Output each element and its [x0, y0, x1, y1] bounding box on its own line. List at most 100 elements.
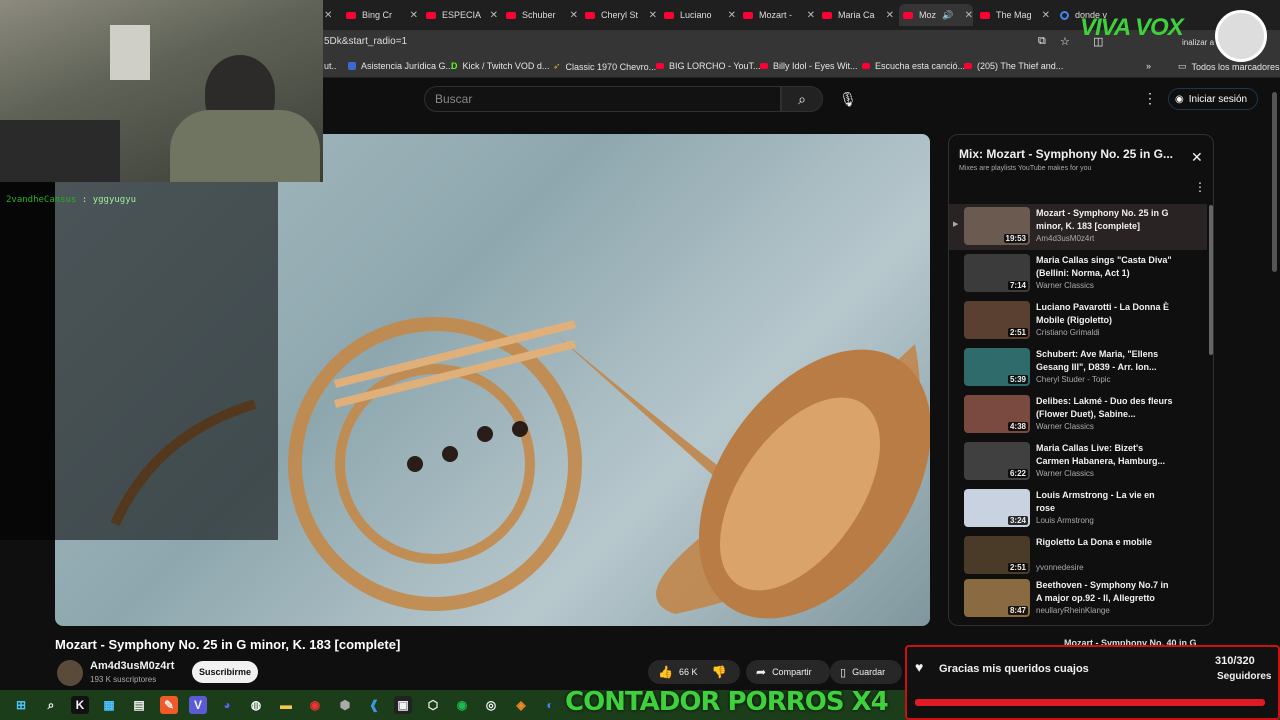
microphone-icon: 🎙 [839, 90, 857, 107]
playlist-item[interactable]: 2:51 Luciano Pavarotti - La Donna È Mobi… [949, 298, 1207, 344]
playlist-item[interactable]: 7:14 Maria Callas sings "Casta Diva" (Be… [949, 251, 1207, 297]
folder-icon[interactable]: ▬ [277, 696, 295, 714]
app-icon[interactable]: ▦ [100, 696, 118, 714]
app-icon[interactable]: ◈ [512, 696, 530, 714]
joint-counter-overlay: CONTADOR PORROS X4 [565, 687, 889, 717]
app-icon[interactable]: ⬡ [424, 696, 442, 714]
bookmark-item[interactable]: ➶ Classic 1970 Chevro... [553, 61, 656, 72]
browser-tab[interactable]: Luciano ✕ [664, 4, 736, 26]
bookmark-item[interactable]: Escucha esta canció... [862, 61, 965, 71]
mix-playlist-panel: Mix: Mozart - Symphony No. 25 in G... Mi… [948, 134, 1214, 626]
browser-tab[interactable]: Mozart - ✕ [743, 4, 815, 26]
v-app-icon[interactable]: V [189, 696, 207, 714]
close-icon[interactable]: ✕ [490, 10, 498, 21]
playlist-item[interactable]: 2:51 Rigoletto La Dona e mobile yvonnede… [949, 533, 1207, 579]
thumbs-up-icon: 👍 [658, 665, 673, 679]
voice-search-button[interactable]: 🎙 [835, 86, 861, 112]
playlist-item[interactable]: 8:47 Beethoven - Symphony No.7 in A majo… [949, 576, 1207, 622]
browser-tab[interactable]: Maria Ca ✕ [822, 4, 894, 26]
playlist-title[interactable]: Mix: Mozart - Symphony No. 25 in G... [959, 147, 1179, 161]
video-title: Mozart - Symphony No. 25 in G minor, K. … [55, 637, 401, 652]
app-icon[interactable]: ◍ [247, 696, 265, 714]
finalize-update-button[interactable]: inalizar a [1182, 38, 1214, 47]
dislike-button[interactable]: 👎 [711, 665, 726, 679]
youtube-favicon-icon [506, 11, 516, 19]
subscribe-button[interactable]: Suscribirme [192, 661, 258, 683]
playlist-item[interactable]: 5:39 Schubert: Ave Maria, "Ellens Gesang… [949, 345, 1207, 391]
close-icon[interactable]: ✕ [570, 10, 578, 21]
notepad-icon[interactable]: ▤ [130, 696, 148, 714]
video-thumbnail: 5:39 [964, 348, 1030, 386]
sign-in-button[interactable]: ◉ Iniciar sesión [1168, 88, 1258, 110]
playlist-scrollbar[interactable] [1209, 205, 1213, 355]
alert-message: Gracias mis queridos cuajos [939, 663, 1089, 675]
close-icon[interactable]: ✕ [649, 10, 657, 21]
browser-tab[interactable]: The Mag ✕ [980, 4, 1050, 26]
folder-icon: ▭ [1178, 61, 1187, 71]
channel-avatar[interactable] [57, 660, 83, 686]
page-scrollbar[interactable] [1272, 92, 1277, 272]
browser-tab[interactable]: ESPECIA ✕ [426, 4, 498, 26]
close-icon[interactable]: ✕ [886, 10, 894, 21]
url-field[interactable]: 5Dk&start_radio=1 [324, 36, 407, 47]
tab-close-partial[interactable]: ✕ [324, 4, 332, 26]
channel-name[interactable]: Am4d3usM0z4rt [90, 660, 174, 672]
follower-progress-fill [915, 699, 1255, 706]
install-app-icon[interactable]: ⧉ [1038, 35, 1046, 48]
playlist-item[interactable]: 4:38 Delibes: Lakmé - Duo des fleurs (Fl… [949, 392, 1207, 438]
more-options-icon[interactable]: ⋮ [1194, 180, 1206, 194]
close-icon[interactable]: ✕ [807, 10, 815, 21]
search-icon[interactable]: ⌕ [42, 696, 60, 714]
close-icon[interactable]: ✕ [1042, 10, 1050, 21]
app-icon[interactable]: ✎ [160, 696, 178, 714]
playlist-item[interactable]: 6:22 Maria Callas Live: Bizet's Carmen H… [949, 439, 1207, 485]
close-icon[interactable]: ✕ [1191, 149, 1203, 166]
youtube-favicon-icon [656, 63, 664, 69]
close-icon[interactable]: ✕ [965, 10, 973, 21]
like-button[interactable]: 👍 66 K [658, 665, 697, 679]
browser-tab[interactable]: Schuber ✕ [506, 4, 578, 26]
kick-app-icon[interactable]: K [71, 696, 89, 714]
browser-tab[interactable]: Bing Cr ✕ [346, 4, 418, 26]
app-icon[interactable]: ◉ [306, 696, 324, 714]
bookmark-item[interactable]: ut.. [324, 61, 337, 71]
more-options-icon[interactable]: ⋮ [1143, 90, 1157, 107]
search-button[interactable]: ⌕ [781, 86, 823, 112]
bookmark-item[interactable]: D Kick / Twitch VOD d... [451, 61, 549, 71]
bookmark-item[interactable]: Billy Idol - Eyes Wit... [760, 61, 858, 71]
discord-icon[interactable]: ◕ [218, 696, 236, 714]
video-thumbnail: 3:24 [964, 489, 1030, 527]
search-input[interactable]: Buscar [424, 86, 781, 112]
streamer-webcam [0, 0, 323, 182]
playlist-item[interactable]: 3:24 Louis Armstrong - La vie en rose Lo… [949, 486, 1207, 532]
vscode-icon[interactable]: ❰ [365, 696, 383, 714]
playlist-item[interactable]: ▶ 19:53 Mozart - Symphony No. 25 in G mi… [949, 204, 1207, 250]
browser-tab-active[interactable]: Moz 🔊 ✕ [899, 4, 973, 26]
youtube-favicon-icon [346, 11, 356, 19]
share-button[interactable]: ➦ Compartir [746, 660, 830, 684]
thumbs-down-icon: 👎 [711, 665, 727, 679]
wall-poster [110, 25, 150, 80]
speaker-icon[interactable]: 🔊 [942, 10, 953, 21]
app-icon[interactable]: ▣ [394, 696, 412, 714]
all-bookmarks-button[interactable]: ▭ Todos los marcadores [1178, 61, 1280, 72]
youtube-favicon-icon [585, 11, 595, 19]
steam-icon[interactable]: ◎ [482, 696, 500, 714]
app-icon[interactable]: ⬢ [336, 696, 354, 714]
bookmark-favicon-icon [348, 62, 356, 70]
youtube-favicon-icon [664, 11, 674, 19]
chrome-icon[interactable]: ◐ [541, 696, 559, 714]
close-icon[interactable]: ✕ [728, 10, 736, 21]
bookmark-star-icon[interactable]: ☆ [1060, 35, 1070, 48]
account-icon: ◉ [1175, 93, 1184, 105]
close-icon[interactable]: ✕ [410, 10, 418, 21]
save-button[interactable]: ▯ Guardar [830, 660, 902, 684]
bookmark-item[interactable]: BIG LORCHO - YouT... [656, 61, 761, 71]
chat-message: 2vandheCansus : yggyugyu [6, 195, 137, 205]
windows-start-icon[interactable]: ⊞ [12, 696, 30, 714]
browser-tab[interactable]: Cheryl St ✕ [585, 4, 657, 26]
spotify-icon[interactable]: ◉ [453, 696, 471, 714]
bookmark-item[interactable]: Asistencia Jurídica G... [348, 61, 453, 71]
bookmark-item[interactable]: (205) The Thief and... [964, 61, 1063, 71]
bookmarks-overflow-icon[interactable]: » [1146, 61, 1151, 71]
